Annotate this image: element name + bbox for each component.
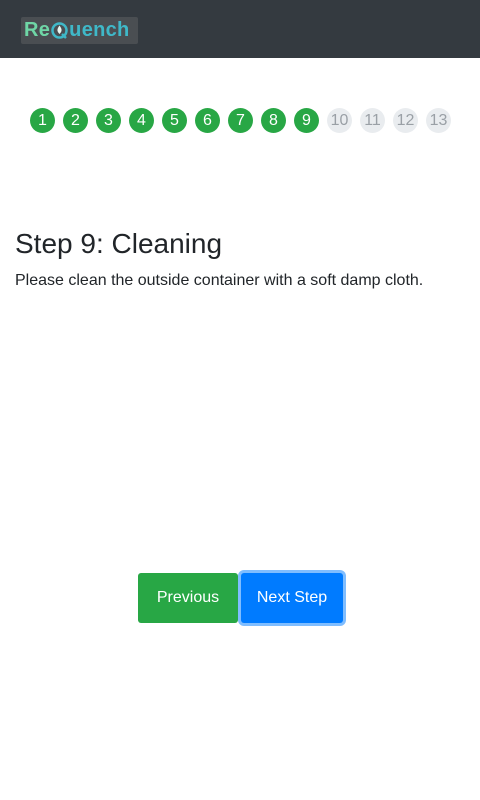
requench-logo[interactable]: Re uench <box>21 17 138 44</box>
step-indicator-11[interactable]: 11 <box>360 108 385 133</box>
top-navbar: Re uench <box>0 0 480 58</box>
step-indicator-2[interactable]: 2 <box>63 108 88 133</box>
step-indicator-13[interactable]: 13 <box>426 108 451 133</box>
step-indicator-4[interactable]: 4 <box>129 108 154 133</box>
step-indicator-9[interactable]: 9 <box>294 108 319 133</box>
step-indicator-3[interactable]: 3 <box>96 108 121 133</box>
step-indicator-5[interactable]: 5 <box>162 108 187 133</box>
step-indicator-6[interactable]: 6 <box>195 108 220 133</box>
logo-text-uench: uench <box>69 19 130 41</box>
step-indicator-8[interactable]: 8 <box>261 108 286 133</box>
step-title: Step 9: Cleaning <box>15 228 223 259</box>
water-drop-icon <box>51 22 68 39</box>
step-indicator-7[interactable]: 7 <box>228 108 253 133</box>
step-indicator-1[interactable]: 1 <box>30 108 55 133</box>
logo-text-re: Re <box>24 19 51 41</box>
step-description: Please clean the outside container with … <box>15 272 424 289</box>
step-indicator-10[interactable]: 10 <box>327 108 352 133</box>
step-indicator-12[interactable]: 12 <box>393 108 418 133</box>
next-step-button[interactable]: Next Step <box>241 573 343 623</box>
step-progress-indicator: 1 2 3 4 5 6 7 8 9 10 11 12 13 <box>30 108 460 133</box>
previous-button[interactable]: Previous <box>138 573 238 623</box>
